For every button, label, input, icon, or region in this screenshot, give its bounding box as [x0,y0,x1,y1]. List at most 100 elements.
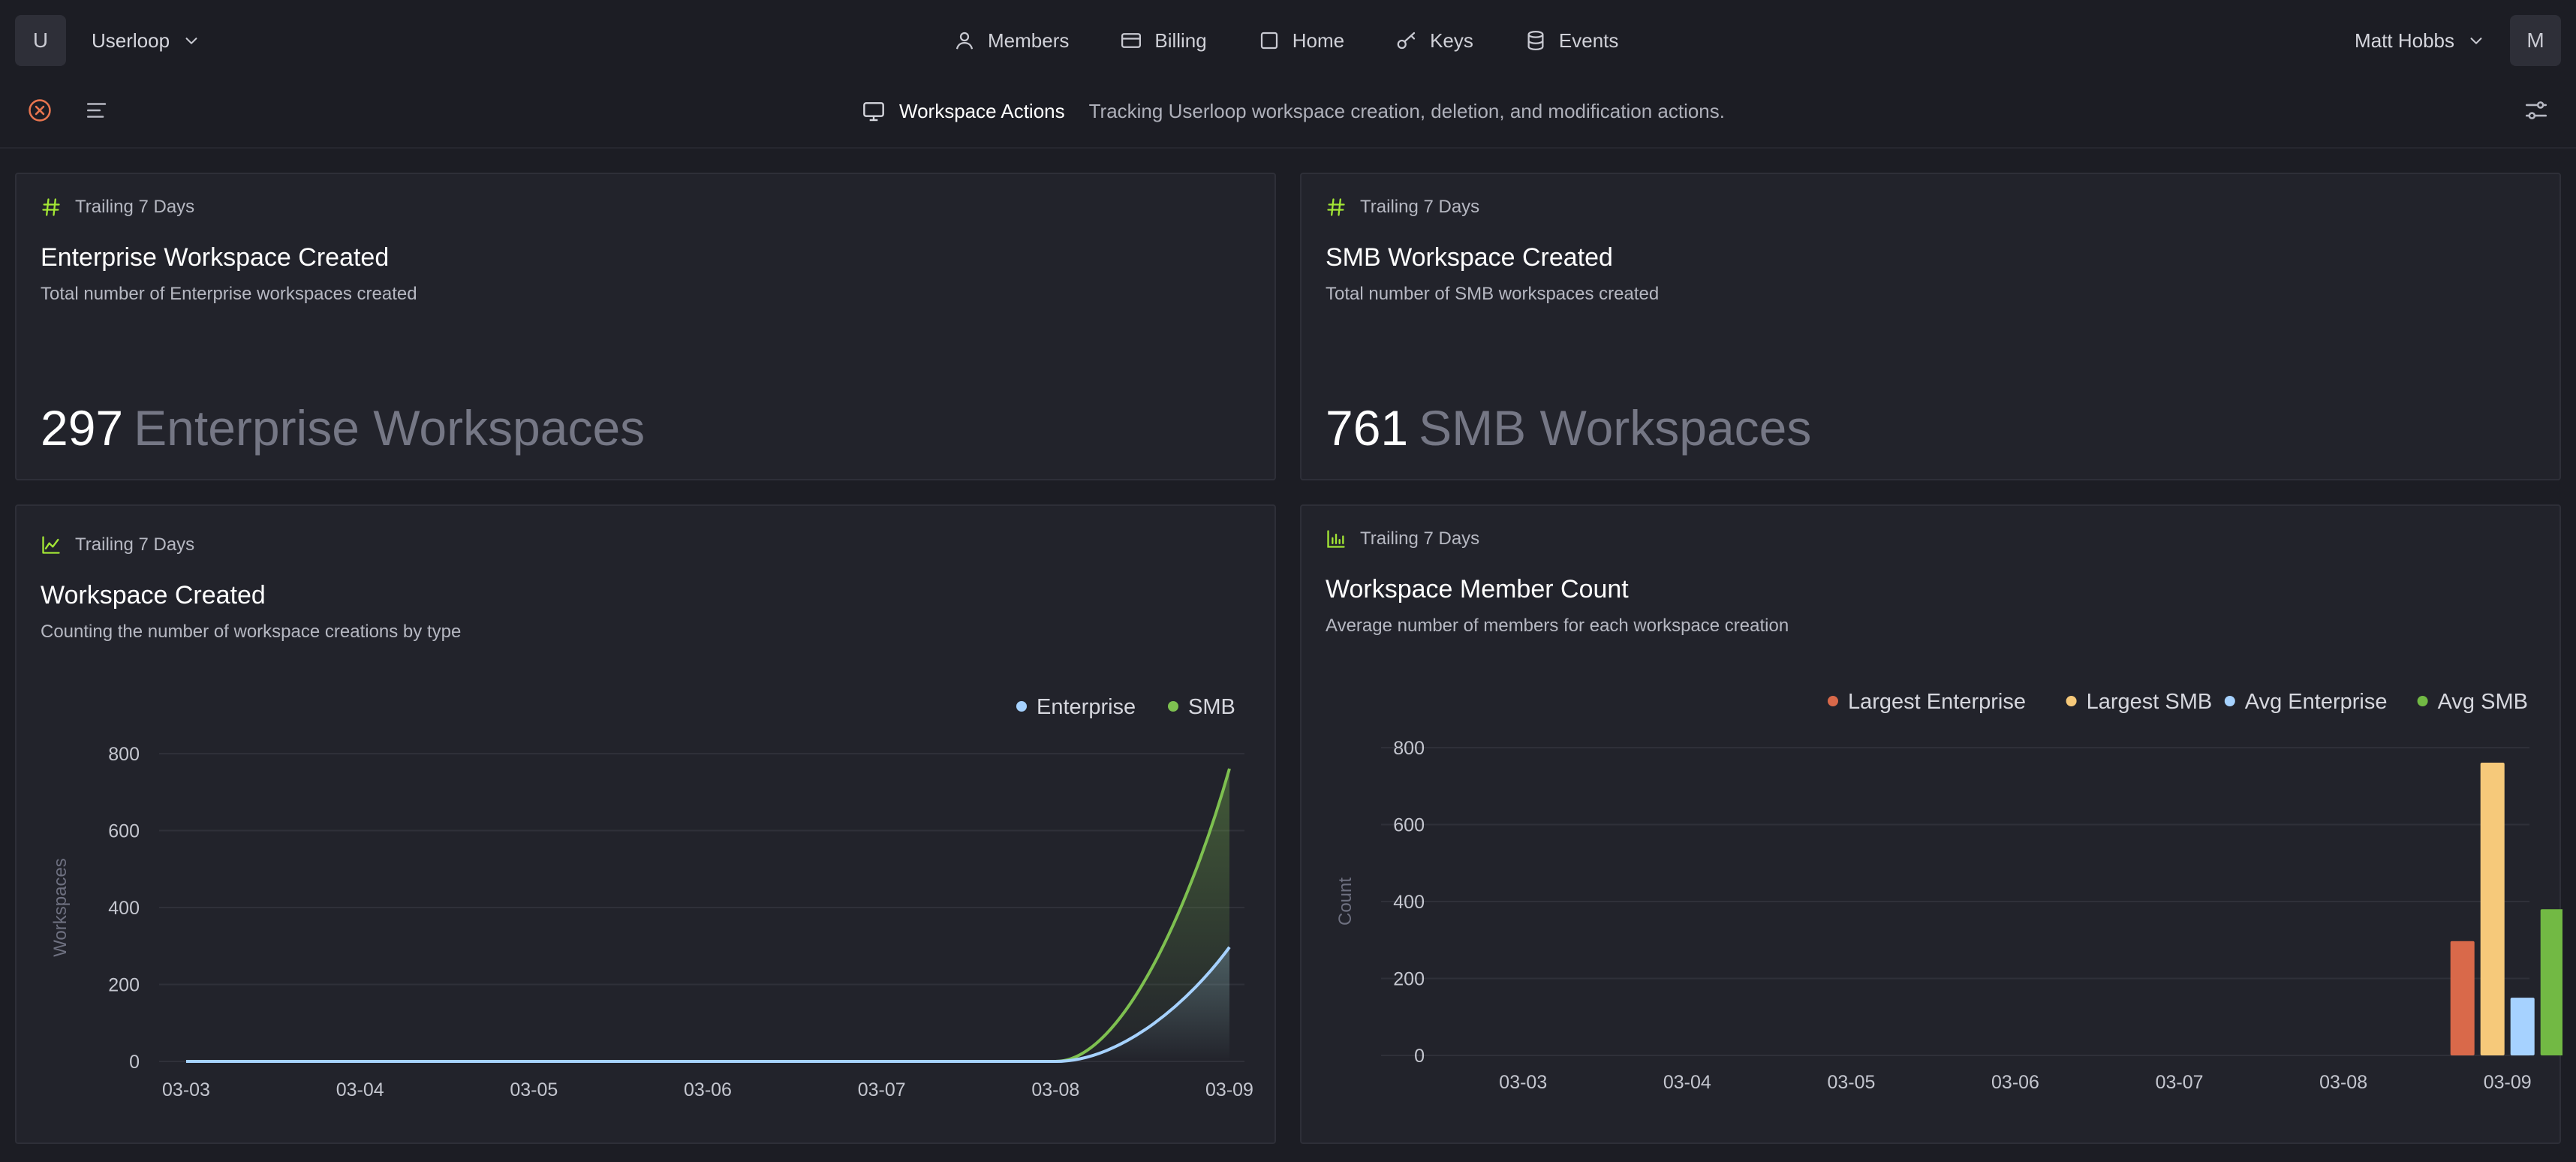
series-line-smb [186,768,1231,1063]
bar-avg-smb [2540,909,2562,1055]
workspace-switcher[interactable]: Userloop [92,26,200,56]
x-tick-label: 03-05 [510,1079,558,1100]
user-name: Matt Hobbs [2355,29,2454,52]
smb-metric-card: Trailing 7 Days SMB Workspace Created To… [1300,173,2561,480]
x-tick-label: 03-06 [684,1079,732,1100]
nav-item-members[interactable]: Members [953,29,1069,53]
legend-dot [2224,696,2235,706]
member-count-chart: 0 200 400 600 800 03-03 03-04 03-05 03-06 03-07 03… [1335,690,2562,1093]
card-subtitle: Total number of Enterprise workspaces cr… [41,284,417,304]
legend-dot [1828,696,1838,706]
card-tag-label: Trailing 7 Days [1360,197,1480,217]
square-icon [1260,32,1277,50]
bar-avg-enterprise [2510,998,2535,1055]
series-area-enterprise [186,947,1229,1061]
card-subtitle: Total number of SMB workspaces created [1326,284,1660,304]
x-tick-label: 03-04 [336,1079,384,1100]
workspace-name: Userloop [92,29,170,52]
chevron-down-icon [2470,38,2482,44]
metric-value: 761 SMB Workspaces [1326,399,1811,456]
credit-card-icon [1121,33,1142,48]
nav-label-keys: Keys [1430,29,1473,52]
legend-label: Largest Enterprise [1848,690,2026,714]
nav-label-billing: Billing [1154,29,1207,52]
bar-largest-smb [2480,762,2505,1055]
page-description: Tracking Userloop workspace creation, de… [1088,99,1725,122]
workspace-created-chart: 0 200 400 600 800 03-03 03-04 03-05 03-06 03-07 03… [50,695,1253,1100]
hash-icon [42,198,60,216]
workspace-created-card: Trailing 7 Days Workspace Created Counti… [15,504,1276,1144]
x-tick-label: 03-06 [1991,1072,2039,1093]
y-tick-label: 0 [129,1052,140,1073]
legend-dot [1168,701,1178,712]
y-tick-label: 400 [1393,892,1425,913]
x-tick-label: 03-05 [1827,1072,1875,1093]
x-tick-label: 03-07 [858,1079,906,1100]
y-tick-label: 600 [1393,815,1425,836]
nav-item-keys[interactable]: Keys [1395,29,1473,53]
y-axis-label: Workspaces [50,858,71,957]
y-tick-label: 200 [108,975,140,996]
x-tick-label: 03-09 [2484,1072,2532,1093]
member-count-card: Trailing 7 Days Workspace Member Count A… [1300,504,2562,1144]
metric-number: 297 [41,400,124,456]
nav-item-events[interactable]: Events [1524,29,1619,53]
nav-item-home[interactable]: Home [1258,29,1344,53]
legend-label: Largest SMB [2087,690,2213,714]
metric-unit: SMB Workspaces [1419,400,1812,456]
y-axis-label: Count [1335,878,1356,926]
card-tag-label: Trailing 7 Days [75,197,195,217]
card-title: Enterprise Workspace Created [41,243,390,272]
top-navigation: U Userloop Members Billing Home Keys Eve… [0,0,2576,80]
x-tick-label: 03-07 [2156,1072,2204,1093]
x-tick-label: 03-04 [1663,1072,1711,1093]
x-tick-label: 03-08 [1031,1079,1079,1100]
y-tick-label: 800 [1393,738,1425,759]
user-avatar[interactable]: M [2510,15,2561,66]
legend-label: SMB [1188,695,1235,719]
legend-label: Avg SMB [2438,690,2528,714]
card-title: SMB Workspace Created [1326,243,1613,272]
card-tag: Trailing 7 Days [41,197,194,218]
y-tick-label: 0 [1414,1046,1425,1067]
page-title-group: Workspace Actions Tracking Userloop work… [862,96,1725,126]
metric-value: 297 Enterprise Workspaces [41,399,645,456]
series-line-enterprise [186,946,1231,1063]
x-tick-label: 03-03 [162,1079,210,1100]
y-tick-label: 800 [108,744,140,765]
legend-label: Enterprise [1037,695,1136,719]
user-icon [955,32,974,50]
card-tag: Trailing 7 Days [1326,197,1479,218]
nav-item-billing[interactable]: Billing [1120,29,1207,53]
y-tick-label: 200 [1393,969,1425,990]
nav-label-home: Home [1292,29,1345,52]
workspace-avatar[interactable]: U [15,15,66,66]
monitor-icon [863,102,884,122]
sliders-icon[interactable] [2523,98,2549,123]
user-menu[interactable]: Matt Hobbs [2355,26,2484,56]
page-title: Workspace Actions [899,99,1065,122]
legend-dot [1016,701,1027,712]
hash-icon [1327,198,1345,216]
legend-label: Avg Enterprise [2245,690,2388,714]
key-icon [1397,32,1416,50]
x-tick-label: 03-03 [1499,1072,1547,1093]
database-icon [1527,31,1544,51]
legend-dot [2066,696,2077,706]
y-tick-label: 400 [108,898,140,919]
close-icon[interactable] [27,98,53,123]
nav-label-members: Members [988,29,1070,52]
x-tick-label: 03-09 [1205,1079,1253,1100]
metric-unit: Enterprise Workspaces [134,400,646,456]
metric-number: 761 [1326,400,1409,456]
enterprise-metric-card: Trailing 7 Days Enterprise Workspace Cre… [15,173,1276,480]
legend-dot [2417,696,2428,706]
series-area-smb [186,768,1229,1061]
menu-icon[interactable] [84,98,111,123]
chevron-down-icon [185,38,197,44]
main-nav: Members Billing Home Keys Events [953,24,1618,57]
bar-largest-enterprise [2450,941,2475,1055]
nav-label-events: Events [1558,29,1619,52]
x-tick-label: 03-08 [2319,1072,2367,1093]
y-tick-label: 600 [108,821,140,842]
